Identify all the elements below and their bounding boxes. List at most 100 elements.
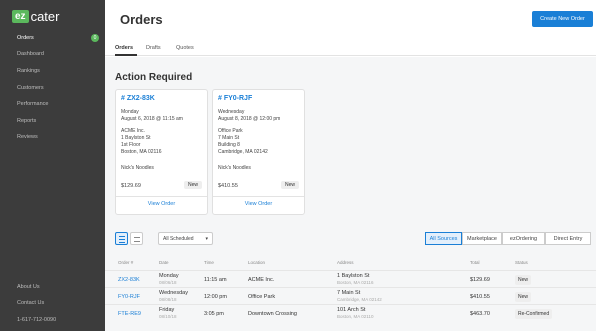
source-direct-entry[interactable]: Direct Entry bbox=[545, 232, 591, 245]
calendar-icon bbox=[134, 237, 140, 238]
row-total: $410.55 bbox=[470, 294, 490, 300]
phone-number[interactable]: 1-617-712-0090 bbox=[17, 317, 56, 323]
row-day: Wednesday bbox=[159, 290, 188, 296]
schedule-filter-select[interactable]: All Scheduled ▾ bbox=[158, 232, 213, 245]
status-badge: New bbox=[515, 275, 532, 285]
row-address2: Cambridge, MA 02142 bbox=[337, 297, 382, 302]
address-line: Office Park bbox=[218, 128, 243, 134]
status-badge: New bbox=[183, 181, 202, 189]
logo-ez: ez bbox=[12, 10, 29, 23]
address-line: ACME Inc. bbox=[121, 128, 145, 134]
sidebar-item-dashboard[interactable]: Dashboard bbox=[17, 51, 44, 57]
card-divider bbox=[213, 196, 304, 197]
list-icon bbox=[119, 236, 125, 237]
row-address1: 101 Arch St bbox=[337, 307, 366, 313]
card-divider bbox=[116, 196, 207, 197]
ezcater-logo[interactable]: ez cater bbox=[12, 9, 59, 24]
row-day: Monday bbox=[159, 273, 179, 279]
list-icon bbox=[119, 239, 125, 240]
source-marketplace[interactable]: Marketplace bbox=[462, 232, 502, 245]
order-datetime: August 8, 2018 @ 12:00 pm bbox=[218, 116, 281, 122]
order-number-link[interactable]: FY0-RJF bbox=[118, 294, 140, 300]
table-row[interactable]: ZX2-83K Monday 08/06/18 11:15 am ACME In… bbox=[105, 270, 596, 287]
sidebar-item-reports[interactable]: Reports bbox=[17, 118, 36, 124]
col-header: Address bbox=[337, 260, 354, 265]
order-datetime: August 6, 2018 @ 11:15 am bbox=[121, 116, 183, 122]
row-location: Downtown Crossing bbox=[248, 311, 297, 317]
caterer-name: Nick's Noodles bbox=[121, 165, 154, 171]
col-header: Time bbox=[204, 260, 214, 265]
view-order-link[interactable]: View Order bbox=[213, 201, 304, 207]
order-price: $129.69 bbox=[121, 183, 141, 189]
order-id[interactable]: # FY0-RJF bbox=[218, 95, 252, 102]
orders-count-badge: 0 bbox=[91, 34, 99, 42]
row-total: $129.69 bbox=[470, 277, 490, 283]
tab-quotes[interactable]: Quotes bbox=[176, 45, 194, 51]
calendar-icon bbox=[134, 241, 140, 242]
sidebar: ez cater Orders 0 Dashboard Rankings Cus… bbox=[0, 0, 105, 331]
row-address1: 7 Main St bbox=[337, 290, 361, 296]
row-date: 08/08/18 bbox=[159, 297, 177, 302]
table-row[interactable]: FY0-RJF Wednesday 08/08/18 12:00 pm Offi… bbox=[105, 287, 596, 304]
row-location: Office Park bbox=[248, 294, 276, 300]
tab-drafts[interactable]: Drafts bbox=[146, 45, 161, 51]
order-id[interactable]: # ZX2-83K bbox=[121, 95, 155, 102]
contact-us-link[interactable]: Contact Us bbox=[17, 300, 44, 306]
row-date: 08/10/18 bbox=[159, 314, 177, 319]
chevron-down-icon: ▾ bbox=[205, 236, 208, 242]
main-panel: Orders Create New Order Orders Drafts Qu… bbox=[105, 0, 596, 331]
status-badge: New bbox=[515, 292, 532, 302]
order-day: Monday bbox=[121, 109, 139, 115]
sidebar-item-rankings[interactable]: Rankings bbox=[17, 68, 40, 74]
address-line: Boston, MA 02116 bbox=[121, 149, 162, 155]
order-price: $410.55 bbox=[218, 183, 238, 189]
sidebar-item-customers[interactable]: Customers bbox=[17, 85, 44, 91]
row-address2: Boston, MA 02116 bbox=[337, 280, 374, 285]
address-line: Cambridge, MA 02142 bbox=[218, 149, 268, 155]
sidebar-item-reviews[interactable]: Reviews bbox=[17, 134, 38, 140]
row-time: 3:05 pm bbox=[204, 311, 224, 317]
table-row[interactable]: FTE-RE9 Friday 08/10/18 3:05 pm Downtown… bbox=[105, 304, 596, 321]
source-ezordering[interactable]: ezOrdering bbox=[502, 232, 545, 245]
row-address2: Boston, MA 02110 bbox=[337, 314, 374, 319]
row-date: 08/06/18 bbox=[159, 280, 177, 285]
row-total: $463.70 bbox=[470, 311, 490, 317]
row-time: 12:00 pm bbox=[204, 294, 227, 300]
view-order-link[interactable]: View Order bbox=[116, 201, 207, 207]
order-number-link[interactable]: FTE-RE9 bbox=[118, 311, 141, 317]
tab-orders[interactable]: Orders bbox=[115, 45, 133, 51]
source-all[interactable]: All Sources bbox=[425, 232, 462, 245]
col-header: Total bbox=[470, 260, 480, 265]
order-day: Wednesday bbox=[218, 109, 245, 115]
logo-cater: cater bbox=[30, 9, 60, 24]
address-line: 1st Floor bbox=[121, 142, 141, 148]
create-new-order-button[interactable]: Create New Order bbox=[532, 11, 593, 27]
col-header: Order # bbox=[118, 260, 134, 265]
calendar-view-button[interactable] bbox=[130, 232, 143, 245]
caterer-name: Nick's Noodles bbox=[218, 165, 251, 171]
page-title: Orders bbox=[120, 12, 163, 27]
sidebar-item-performance[interactable]: Performance bbox=[17, 101, 49, 107]
action-card: # ZX2-83K Monday August 6, 2018 @ 11:15 … bbox=[115, 89, 208, 215]
col-header: Date bbox=[159, 260, 169, 265]
sidebar-item-orders[interactable]: Orders bbox=[17, 35, 34, 41]
filter-value: All Scheduled bbox=[163, 236, 194, 242]
status-badge: New bbox=[280, 181, 299, 189]
orders-content: Action Required # ZX2-83K Monday August … bbox=[105, 57, 596, 331]
list-view-button[interactable] bbox=[115, 232, 128, 245]
about-us-link[interactable]: About Us bbox=[17, 284, 40, 290]
col-header: Status bbox=[515, 260, 528, 265]
orders-toolbar: All Scheduled ▾ All Sources Marketplace … bbox=[115, 231, 593, 247]
active-tab-indicator bbox=[115, 54, 137, 56]
row-address1: 1 Baylston St bbox=[337, 273, 370, 279]
row-location: ACME Inc. bbox=[248, 277, 275, 283]
col-header: Location bbox=[248, 260, 266, 265]
action-required-title: Action Required bbox=[115, 72, 193, 83]
row-day: Friday bbox=[159, 307, 175, 313]
row-time: 11:15 am bbox=[204, 277, 227, 283]
order-tabs: Orders Drafts Quotes bbox=[105, 42, 596, 56]
address-line: 1 Baylston St bbox=[121, 135, 151, 141]
order-number-link[interactable]: ZX2-83K bbox=[118, 277, 140, 283]
status-badge: Re-Confirmed bbox=[515, 309, 553, 319]
list-icon bbox=[119, 242, 125, 243]
